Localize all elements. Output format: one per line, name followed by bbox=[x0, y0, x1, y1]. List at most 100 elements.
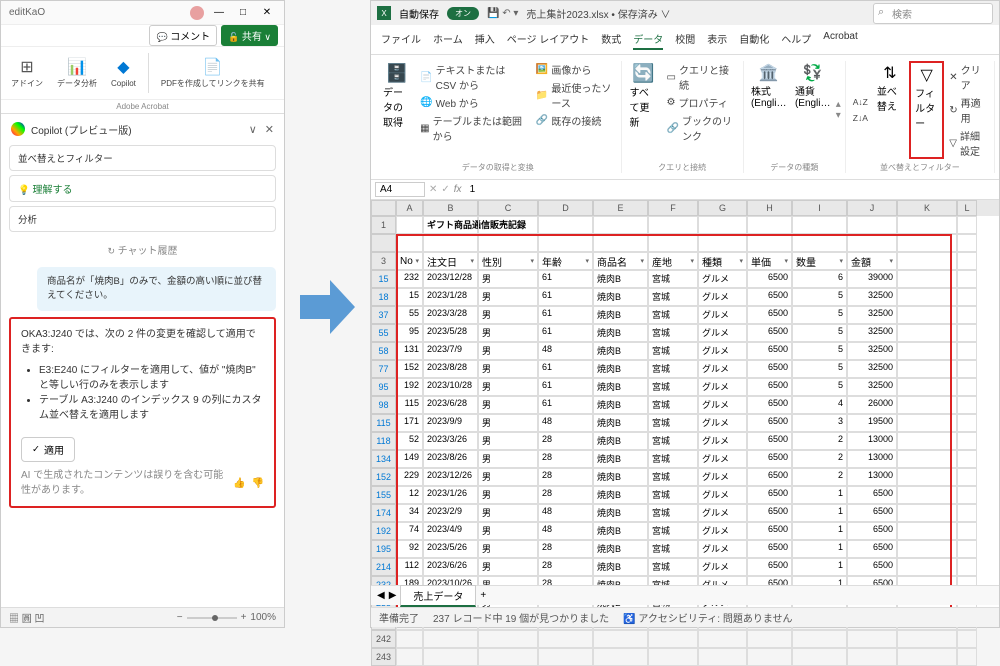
cell[interactable] bbox=[957, 468, 977, 486]
cell[interactable]: 男 bbox=[478, 414, 538, 432]
cell[interactable]: グルメ bbox=[698, 288, 747, 306]
cell[interactable]: 宮城 bbox=[648, 414, 698, 432]
get-data-button[interactable]: 🗄️データの取得 bbox=[379, 61, 415, 159]
cell[interactable]: 34 bbox=[396, 504, 423, 522]
sheet-next-icon[interactable]: ▶ bbox=[389, 590, 397, 601]
cell[interactable]: グルメ bbox=[698, 378, 747, 396]
filter-dropdown-icon[interactable]: ▾ bbox=[690, 257, 694, 265]
cell[interactable] bbox=[747, 216, 792, 234]
cell[interactable]: 6500 bbox=[747, 432, 792, 450]
search-input[interactable]: 検索 bbox=[873, 3, 993, 24]
cell[interactable] bbox=[957, 414, 977, 432]
cell[interactable]: グルメ bbox=[698, 306, 747, 324]
cell[interactable] bbox=[897, 504, 957, 522]
cell[interactable]: 232 bbox=[396, 270, 423, 288]
cell[interactable]: 112 bbox=[396, 558, 423, 576]
cell[interactable]: 焼肉B bbox=[593, 342, 648, 360]
sort-za-icon[interactable]: Z↓A bbox=[850, 112, 871, 124]
cell[interactable] bbox=[897, 378, 957, 396]
cell[interactable]: 焼肉B bbox=[593, 450, 648, 468]
cell[interactable] bbox=[957, 216, 977, 234]
name-box[interactable] bbox=[375, 182, 425, 197]
col-header[interactable]: B bbox=[423, 200, 478, 216]
cell[interactable]: 61 bbox=[538, 306, 593, 324]
cell[interactable] bbox=[957, 378, 977, 396]
advanced-filter[interactable]: ▽詳細設定 bbox=[946, 127, 990, 159]
cell[interactable]: 男 bbox=[478, 522, 538, 540]
tab-挿入[interactable]: 挿入 bbox=[475, 29, 495, 50]
cell[interactable]: 6500 bbox=[747, 468, 792, 486]
apply-button[interactable]: ✓ 適用 bbox=[21, 437, 75, 462]
cell[interactable]: 48 bbox=[538, 522, 593, 540]
cell[interactable]: 6500 bbox=[747, 414, 792, 432]
cell[interactable]: 48 bbox=[538, 342, 593, 360]
cell[interactable] bbox=[698, 630, 747, 648]
cell[interactable]: グルメ bbox=[698, 342, 747, 360]
cell[interactable]: 男 bbox=[478, 540, 538, 558]
col-header[interactable]: L bbox=[957, 200, 977, 216]
cell[interactable]: 焼肉B bbox=[593, 414, 648, 432]
cell[interactable]: 61 bbox=[538, 324, 593, 342]
cell[interactable]: 2023/10/28 bbox=[423, 378, 478, 396]
cell[interactable]: 6500 bbox=[747, 540, 792, 558]
tab-ヘルプ[interactable]: ヘルプ bbox=[781, 29, 811, 50]
cell[interactable] bbox=[897, 288, 957, 306]
row-header[interactable]: 134 bbox=[371, 450, 396, 468]
cell[interactable]: 2023/7/9 bbox=[423, 342, 478, 360]
cell[interactable]: 26000 bbox=[847, 396, 897, 414]
cell[interactable]: 2023/8/26 bbox=[423, 450, 478, 468]
cell[interactable]: 5 bbox=[792, 342, 847, 360]
row-header[interactable]: 174 bbox=[371, 504, 396, 522]
cell[interactable]: 宮城 bbox=[648, 324, 698, 342]
cell[interactable]: 男 bbox=[478, 432, 538, 450]
add-sheet-icon[interactable]: + bbox=[480, 590, 486, 601]
cell[interactable]: グルメ bbox=[698, 486, 747, 504]
cell[interactable] bbox=[957, 540, 977, 558]
filter-dropdown-icon[interactable]: ▾ bbox=[784, 257, 788, 265]
tab-ファイル[interactable]: ファイル bbox=[381, 29, 421, 50]
cell[interactable]: 2023/9/9 bbox=[423, 414, 478, 432]
cell[interactable]: 2023/1/26 bbox=[423, 486, 478, 504]
existing-conn[interactable]: 🔗既存の接続 bbox=[533, 112, 617, 129]
avatar-icon[interactable] bbox=[190, 6, 204, 20]
cell[interactable]: 2023/12/26 bbox=[423, 468, 478, 486]
reapply-filter[interactable]: ↻再適用 bbox=[946, 94, 990, 126]
fx-icon[interactable]: fx bbox=[454, 184, 462, 195]
cell[interactable]: 12 bbox=[396, 486, 423, 504]
cell[interactable] bbox=[396, 648, 423, 666]
cell[interactable]: 1 bbox=[792, 558, 847, 576]
row-header[interactable]: 15 bbox=[371, 270, 396, 288]
cell[interactable]: 6500 bbox=[847, 486, 897, 504]
share-button[interactable]: 🔓 共有 ∨ bbox=[221, 25, 278, 46]
filter-dropdown-icon[interactable]: ▾ bbox=[530, 257, 534, 265]
cell[interactable]: 2 bbox=[792, 450, 847, 468]
cell[interactable]: 28 bbox=[538, 558, 593, 576]
cell[interactable]: 数量▾ bbox=[792, 252, 847, 270]
addins-button[interactable]: ⊞アドイン bbox=[5, 53, 49, 93]
fx-confirm-icon[interactable]: ✓ bbox=[441, 184, 449, 195]
cell[interactable]: グルメ bbox=[698, 540, 747, 558]
cell[interactable] bbox=[957, 648, 977, 666]
cell[interactable]: 28 bbox=[538, 468, 593, 486]
chip-sort-filter[interactable]: 並べ替えとフィルター bbox=[9, 145, 276, 171]
cell[interactable] bbox=[897, 450, 957, 468]
cell[interactable] bbox=[792, 234, 847, 252]
cell[interactable] bbox=[593, 648, 648, 666]
cell[interactable]: 6500 bbox=[847, 558, 897, 576]
cell[interactable] bbox=[897, 216, 957, 234]
cell[interactable] bbox=[423, 234, 478, 252]
cell[interactable]: 5 bbox=[792, 360, 847, 378]
sheet-prev-icon[interactable]: ◀ bbox=[377, 590, 385, 601]
cell[interactable]: 32500 bbox=[847, 288, 897, 306]
cell[interactable] bbox=[957, 288, 977, 306]
cell[interactable]: 131 bbox=[396, 342, 423, 360]
cell[interactable]: 焼肉B bbox=[593, 288, 648, 306]
col-header[interactable]: E bbox=[593, 200, 648, 216]
data-analysis-button[interactable]: 📊データ分析 bbox=[51, 53, 103, 93]
cell[interactable]: 6500 bbox=[747, 360, 792, 378]
cell[interactable] bbox=[538, 216, 593, 234]
cell[interactable]: 焼肉B bbox=[593, 360, 648, 378]
row-header[interactable]: 242 bbox=[371, 630, 396, 648]
cell[interactable]: 28 bbox=[538, 450, 593, 468]
cell[interactable] bbox=[957, 270, 977, 288]
